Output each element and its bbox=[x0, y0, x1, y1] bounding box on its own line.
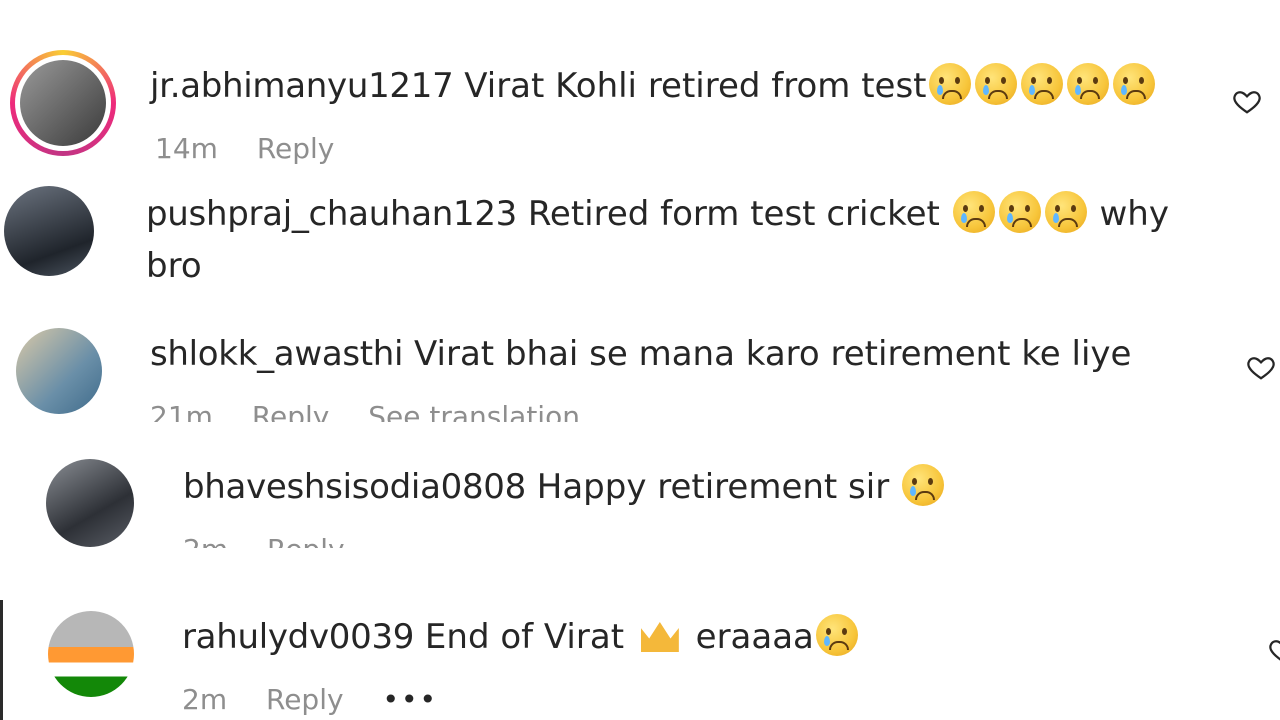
comment-line-2: bro bbox=[146, 242, 202, 290]
crying-face-emoji bbox=[1044, 191, 1087, 233]
comment-line: pushpraj_chauhan123 Retired form test cr… bbox=[146, 190, 1169, 238]
tear bbox=[1028, 85, 1035, 95]
avatar[interactable] bbox=[48, 611, 134, 697]
heart-icon[interactable] bbox=[1244, 352, 1278, 382]
username[interactable]: jr.abhimanyu1217 bbox=[150, 66, 454, 106]
crying-face-emoji bbox=[1112, 63, 1155, 105]
comment-line: jr.abhimanyu1217 Virat Kohli retired fro… bbox=[150, 62, 1157, 110]
tear bbox=[910, 486, 916, 496]
comment-3: shlokk_awasthi Virat bhai se mana karo r… bbox=[0, 322, 1280, 422]
reply-button[interactable]: Reply bbox=[257, 132, 335, 165]
comment-line: shlokk_awasthi Virat bhai se mana karo r… bbox=[150, 330, 1131, 378]
avatar[interactable] bbox=[46, 459, 134, 547]
more-options-button[interactable]: ••• bbox=[382, 683, 438, 716]
tear bbox=[1006, 213, 1013, 223]
timestamp: 2m bbox=[182, 683, 228, 716]
comment-text: End of Virat bbox=[424, 617, 625, 657]
tear bbox=[823, 636, 830, 646]
username[interactable]: pushpraj_chauhan123 bbox=[146, 194, 517, 234]
tear bbox=[960, 213, 967, 223]
crying-face-emoji bbox=[974, 63, 1017, 105]
heart-icon[interactable] bbox=[1266, 635, 1280, 665]
tear bbox=[982, 85, 989, 95]
avatar[interactable] bbox=[4, 186, 94, 276]
comment-text-after: why bbox=[1099, 194, 1169, 234]
tear bbox=[1120, 85, 1127, 95]
reply-button[interactable]: Reply bbox=[252, 400, 330, 422]
comment-text: Virat Kohli retired from test bbox=[464, 66, 927, 106]
crying-face-emoji bbox=[998, 191, 1041, 233]
comment-meta: 21m Reply See translation bbox=[150, 400, 610, 422]
username[interactable]: shlokk_awasthi bbox=[150, 334, 404, 374]
timestamp: 14m bbox=[155, 132, 218, 165]
tear bbox=[1052, 213, 1059, 223]
comment-line: bhaveshsisodia0808 Happy retirement sir bbox=[183, 463, 946, 511]
comment-meta: 2m Reply bbox=[183, 533, 375, 548]
crying-face-emoji bbox=[928, 63, 971, 105]
heart-icon[interactable] bbox=[1230, 86, 1264, 116]
comment-text: Retired form test cricket bbox=[527, 194, 940, 234]
comment-5: rahulydv0039 End of Virat eraaaa 2m Repl… bbox=[0, 605, 1280, 720]
comment-text-continued: bro bbox=[146, 246, 202, 286]
username[interactable]: rahulydv0039 bbox=[182, 617, 414, 657]
comment-text-after: eraaaa bbox=[695, 617, 814, 657]
crying-face-emoji bbox=[1066, 63, 1109, 105]
comment-1: jr.abhimanyu1217 Virat Kohli retired fro… bbox=[0, 40, 1280, 170]
tear bbox=[936, 85, 943, 95]
tear bbox=[1074, 85, 1081, 95]
username[interactable]: bhaveshsisodia0808 bbox=[183, 467, 526, 507]
crying-face-emoji bbox=[1020, 63, 1063, 105]
reply-button[interactable]: Reply bbox=[266, 683, 344, 716]
avatar[interactable] bbox=[16, 328, 102, 414]
comment-text: Virat bhai se mana karo retirement ke li… bbox=[414, 334, 1132, 374]
comment-4: bhaveshsisodia0808 Happy retirement sir … bbox=[0, 455, 1280, 548]
emoji-group bbox=[927, 63, 1157, 106]
crying-face-emoji bbox=[952, 191, 995, 233]
crown-emoji bbox=[640, 622, 679, 652]
comment-text: Happy retirement sir bbox=[536, 467, 890, 507]
comment-line: rahulydv0039 End of Virat eraaaa bbox=[182, 613, 860, 661]
timestamp: 2m bbox=[183, 533, 228, 548]
reply-button[interactable]: Reply bbox=[267, 533, 345, 548]
timestamp: 21m bbox=[150, 400, 213, 422]
crying-face-emoji bbox=[902, 464, 944, 506]
comment-meta: 2m Reply ••• bbox=[182, 683, 468, 716]
avatar[interactable] bbox=[20, 60, 106, 146]
comment-meta: 14m Reply bbox=[155, 132, 364, 165]
see-translation-button[interactable]: See translation bbox=[368, 400, 580, 422]
crying-face-emoji bbox=[815, 614, 858, 656]
emoji-group bbox=[951, 191, 1089, 234]
comment-2: pushpraj_chauhan123 Retired form test cr… bbox=[0, 180, 1280, 300]
